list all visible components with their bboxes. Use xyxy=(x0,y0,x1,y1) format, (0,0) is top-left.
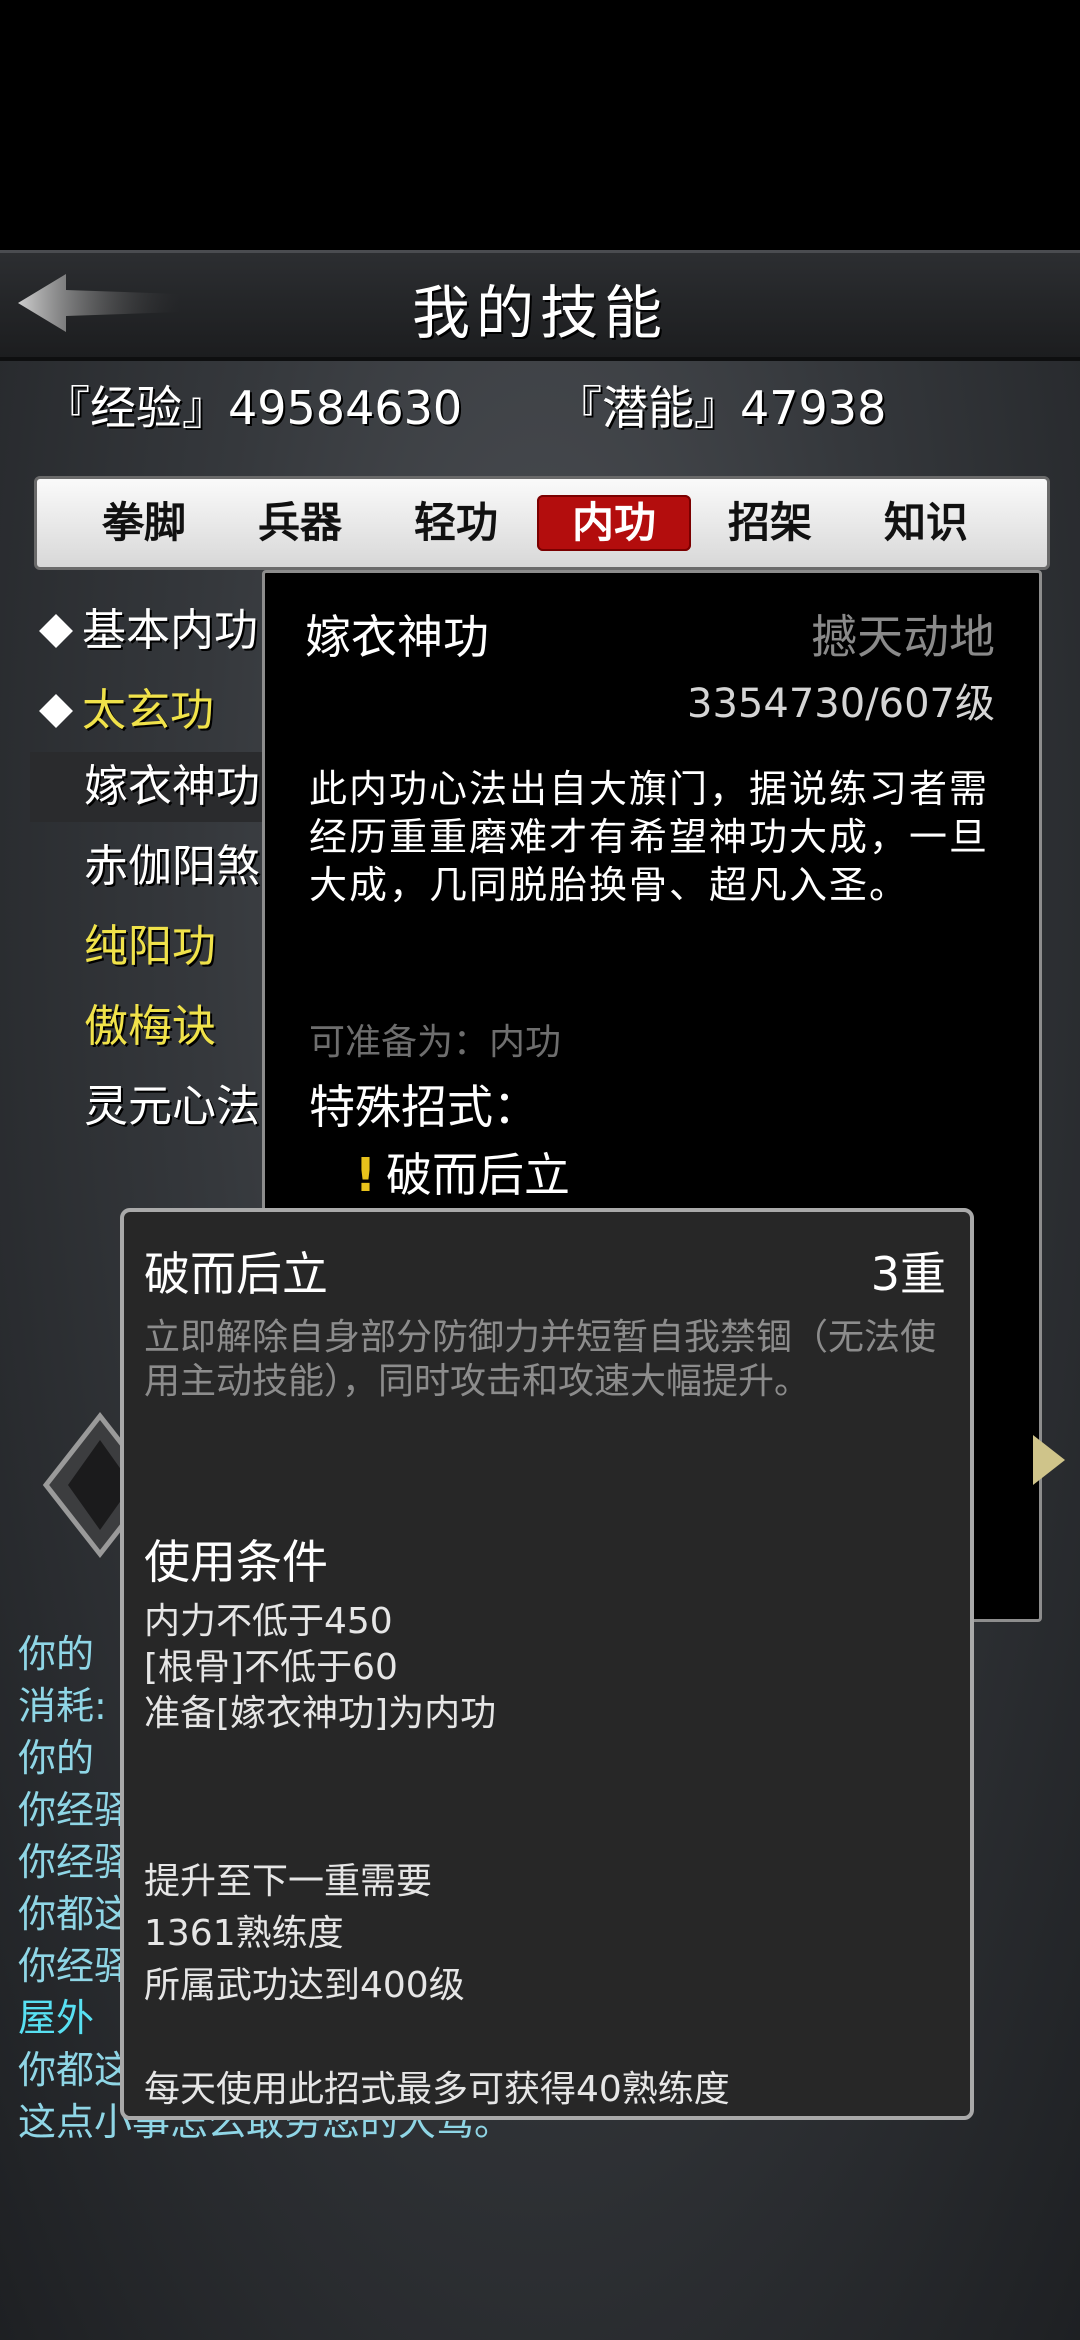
skill-description: 此内功心法出自大旗门，据说练习者需经历重重磨难才有希望神功大成，一旦大成，几同脱… xyxy=(309,767,990,907)
skill-label: 灵元心法 xyxy=(84,1081,260,1132)
condition-line: [根骨]不低于60 xyxy=(144,1647,398,1688)
skill-label: 赤伽阳煞 xyxy=(84,841,260,892)
conditions-title: 使用条件 xyxy=(144,1535,328,1589)
special-move-label: 破而后立 xyxy=(385,1148,570,1202)
upgrade-line: 所属武功达到400级 xyxy=(144,1965,465,2006)
move-tooltip: 破而后立 3重 立即解除自身部分防御力并短暂自我禁锢（无法使用主动技能），同时攻… xyxy=(120,1208,974,2120)
special-move-item[interactable]: ! 破而后立 xyxy=(355,1139,570,1205)
daily-limit: 每天使用此招式最多可获得40熟练度 xyxy=(144,2069,730,2110)
diamond-icon xyxy=(39,693,73,728)
exp-value: 『经验』49584630 xyxy=(44,381,463,435)
skill-rank: 撼天动地 xyxy=(811,610,995,664)
diamond-icon xyxy=(39,613,73,648)
upgrade-title: 提升至下一重需要 xyxy=(144,1861,433,1902)
category-tabs: 拳脚 兵器 轻功 内功 招架 知识 xyxy=(34,476,1050,570)
tab-bingqi[interactable]: 兵器 xyxy=(223,495,377,551)
page-title: 我的技能 xyxy=(411,279,668,347)
skill-label: 纯阳功 xyxy=(84,921,216,972)
move-title: 破而后立 xyxy=(144,1247,328,1301)
condition-line: 准备[嫁衣神功]为内功 xyxy=(144,1693,497,1734)
tab-quanjiao[interactable]: 拳脚 xyxy=(67,495,221,551)
move-description: 立即解除自身部分防御力并短暂自我禁锢（无法使用主动技能），同时攻击和攻速大幅提升… xyxy=(144,1317,937,1402)
condition-line: 内力不低于450 xyxy=(144,1601,393,1642)
skill-level: 3354730/607级 xyxy=(687,681,995,727)
exclamation-icon: ! xyxy=(355,1148,376,1202)
special-moves-label: 特殊招式： xyxy=(309,1080,539,1134)
move-grade: 3重 xyxy=(870,1247,946,1301)
skill-item[interactable]: 太玄功 xyxy=(30,676,290,746)
tab-zhishi[interactable]: 知识 xyxy=(849,495,1003,551)
upgrade-line: 1361熟练度 xyxy=(144,1913,344,1954)
skill-label: 嫁衣神功 xyxy=(84,761,260,812)
prep-label: 可准备为：内功 xyxy=(309,1022,562,1063)
skill-label: 太玄功 xyxy=(82,685,214,736)
chevron-right-icon[interactable] xyxy=(1031,1433,1067,1487)
skill-label: 基本内功 xyxy=(82,605,258,656)
skill-item[interactable]: 基本内功 xyxy=(30,596,290,666)
status-bar-area xyxy=(0,0,1080,250)
tab-neigong[interactable]: 内功 xyxy=(537,495,691,551)
skill-name: 嫁衣神功 xyxy=(305,610,489,664)
tab-qinggong[interactable]: 轻功 xyxy=(379,495,533,551)
potential-value: 『潜能』47938 xyxy=(556,381,887,435)
tab-zhaojia[interactable]: 招架 xyxy=(693,495,847,551)
skill-label: 傲梅诀 xyxy=(84,1001,216,1052)
